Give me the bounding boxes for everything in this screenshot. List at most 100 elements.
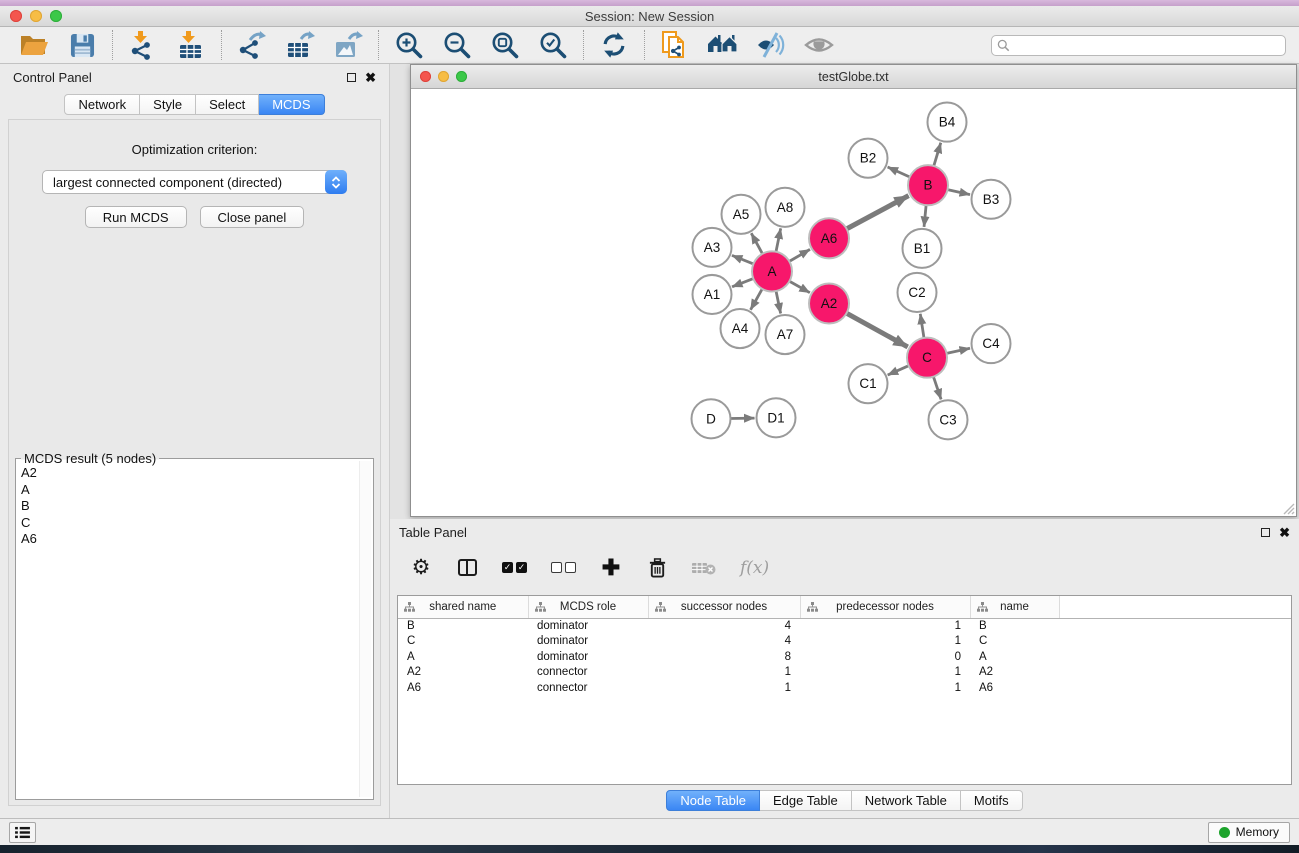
import-network-icon[interactable]: [127, 29, 159, 61]
close-panel-icon[interactable]: ✖: [365, 71, 376, 84]
open-session-icon[interactable]: [18, 29, 50, 61]
zoom-out-icon[interactable]: [441, 29, 473, 61]
graph-node-B[interactable]: B: [908, 165, 948, 205]
graph-node-D[interactable]: D: [692, 399, 731, 438]
graph-edge-C-C3[interactable]: [933, 377, 941, 400]
tab-mcds[interactable]: MCDS: [259, 94, 324, 115]
graph-edge-B-B3[interactable]: [948, 190, 970, 195]
graph-node-A4[interactable]: A4: [721, 309, 760, 348]
graph-node-A5[interactable]: A5: [722, 195, 761, 234]
graph-edge-A-A3[interactable]: [732, 255, 753, 264]
graph-node-A8[interactable]: A8: [766, 188, 805, 227]
graph-node-B2[interactable]: B2: [849, 139, 888, 178]
memory-button[interactable]: Memory: [1208, 822, 1290, 843]
zoom-in-icon[interactable]: [393, 29, 425, 61]
minimize-network-button[interactable]: [438, 71, 449, 82]
result-item[interactable]: B: [18, 498, 357, 515]
graph-node-A[interactable]: A: [752, 251, 792, 291]
zoom-selected-icon[interactable]: [537, 29, 569, 61]
delete-columns-icon[interactable]: [646, 557, 668, 579]
graph-node-B1[interactable]: B1: [903, 229, 942, 268]
graph-edge-A-A5[interactable]: [751, 233, 762, 254]
graph-edge-A-A6[interactable]: [789, 249, 810, 261]
zoom-window-button[interactable]: [50, 10, 62, 22]
close-window-button[interactable]: [10, 10, 22, 22]
graph-edge-C-C2[interactable]: [920, 314, 924, 338]
result-item[interactable]: A: [18, 482, 357, 499]
table-header-row[interactable]: shared nameMCDS rolesuccessor nodesprede…: [398, 596, 1291, 618]
column-header[interactable]: shared name: [398, 596, 528, 618]
graph-edge-B-B4[interactable]: [934, 143, 941, 166]
show-columns-icon[interactable]: [456, 559, 478, 576]
first-neighbors-icon[interactable]: [707, 29, 739, 61]
node-table[interactable]: shared nameMCDS rolesuccessor nodesprede…: [397, 595, 1292, 785]
import-table-icon[interactable]: [175, 29, 207, 61]
unselect-all-columns-icon[interactable]: [551, 562, 576, 573]
graph-edge-A2-C[interactable]: [847, 313, 908, 347]
table-row[interactable]: Adominator80A: [398, 649, 1291, 665]
table-row[interactable]: Cdominator41C: [398, 634, 1291, 650]
tab-edge-table[interactable]: Edge Table: [760, 790, 852, 811]
column-header[interactable]: successor nodes: [648, 596, 800, 618]
function-builder-icon[interactable]: f(x): [740, 558, 769, 578]
graph-edge-B-B2[interactable]: [888, 167, 910, 177]
graph-node-C1[interactable]: C1: [849, 364, 888, 403]
column-header[interactable]: name: [970, 596, 1059, 618]
close-network-button[interactable]: [420, 71, 431, 82]
resize-grip-icon[interactable]: [1282, 502, 1295, 515]
search-input[interactable]: [1014, 37, 1280, 53]
select-all-columns-icon[interactable]: ✓✓: [502, 562, 527, 573]
float-table-panel-icon[interactable]: [1261, 528, 1270, 537]
graph-node-A3[interactable]: A3: [693, 228, 732, 267]
graph-node-C3[interactable]: C3: [929, 400, 968, 439]
graph-edge-A6-B[interactable]: [847, 196, 909, 229]
graph-edge-C-C4[interactable]: [947, 348, 970, 353]
result-item[interactable]: C: [18, 515, 357, 532]
graph-node-B4[interactable]: B4: [928, 103, 967, 142]
graph-edge-C-C1[interactable]: [888, 366, 909, 375]
save-session-icon[interactable]: [66, 29, 98, 61]
task-history-button[interactable]: [9, 822, 36, 843]
add-column-icon[interactable]: ✚: [600, 557, 622, 579]
hide-graphics-details-icon[interactable]: [755, 29, 787, 61]
column-header[interactable]: predecessor nodes: [800, 596, 970, 618]
graph-node-C4[interactable]: C4: [972, 324, 1011, 363]
delete-table-icon[interactable]: [692, 561, 716, 575]
network-canvas[interactable]: B4B2BB3A8A5A6A3B1AC2A1A2A4A7C4CC1C3DD1: [411, 89, 1296, 516]
graph-edge-A-A8[interactable]: [776, 228, 781, 251]
tab-select[interactable]: Select: [196, 94, 259, 115]
tab-node-table[interactable]: Node Table: [666, 790, 760, 811]
zoom-fit-icon[interactable]: [489, 29, 521, 61]
graph-node-C[interactable]: C: [907, 338, 947, 378]
tab-motifs[interactable]: Motifs: [961, 790, 1023, 811]
table-settings-icon[interactable]: ⚙: [410, 557, 432, 578]
optimization-criterion-select[interactable]: largest connected component (directed): [42, 170, 347, 194]
graph-node-A6[interactable]: A6: [809, 218, 849, 258]
table-row[interactable]: A2connector11A2: [398, 665, 1291, 681]
table-row[interactable]: A6connector11A6: [398, 680, 1291, 696]
run-mcds-button[interactable]: Run MCDS: [85, 206, 187, 228]
graph-edge-A-A7[interactable]: [776, 291, 781, 313]
result-scrollbar[interactable]: [359, 461, 371, 797]
clone-network-icon[interactable]: [659, 29, 691, 61]
close-table-panel-icon[interactable]: ✖: [1279, 526, 1290, 539]
show-graphics-details-icon[interactable]: [803, 29, 835, 61]
graph-edge-A-A2[interactable]: [789, 281, 809, 292]
graph-node-A7[interactable]: A7: [766, 315, 805, 354]
graph-edge-B-B1[interactable]: [924, 205, 926, 227]
minimize-window-button[interactable]: [30, 10, 42, 22]
tab-network-table[interactable]: Network Table: [852, 790, 961, 811]
graph-node-C2[interactable]: C2: [898, 273, 937, 312]
graph-node-A1[interactable]: A1: [693, 275, 732, 314]
tab-network[interactable]: Network: [64, 94, 140, 115]
graph-edge-A-A1[interactable]: [732, 279, 753, 287]
graph-node-A2[interactable]: A2: [809, 283, 849, 323]
graph-node-B3[interactable]: B3: [972, 180, 1011, 219]
graph-edge-A-A4[interactable]: [751, 289, 763, 310]
export-network-icon[interactable]: [236, 29, 268, 61]
result-item[interactable]: A6: [18, 531, 357, 548]
float-panel-icon[interactable]: [347, 73, 356, 82]
table-row[interactable]: Bdominator41B: [398, 618, 1291, 634]
zoom-network-button[interactable]: [456, 71, 467, 82]
tab-style[interactable]: Style: [140, 94, 196, 115]
